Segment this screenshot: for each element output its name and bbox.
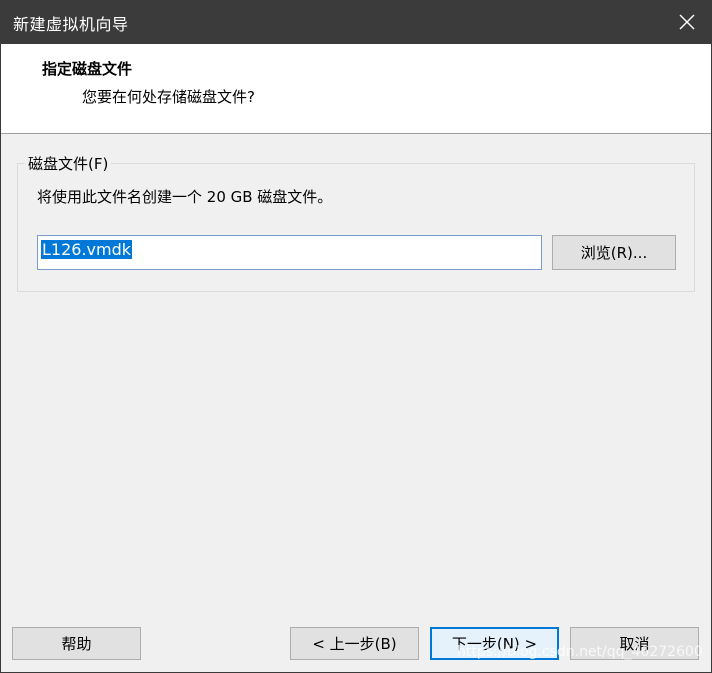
browse-button[interactable]: 浏览(R)... [552, 235, 676, 270]
disk-file-description: 将使用此文件名创建一个 20 GB 磁盘文件。 [37, 188, 333, 206]
window-title: 新建虚拟机向导 [13, 15, 129, 34]
page-title: 指定磁盘文件 [42, 60, 133, 78]
help-button[interactable]: 帮助 [12, 627, 141, 660]
close-icon [679, 14, 695, 30]
wizard-header: 指定磁盘文件 您要在何处存储磁盘文件? [1, 44, 711, 134]
back-button[interactable]: < 上一步(B) [290, 627, 419, 660]
wizard-window: 新建虚拟机向导 指定磁盘文件 您要在何处存储磁盘文件? 磁盘文件(F) 将使用此… [0, 0, 712, 673]
next-button[interactable]: 下一步(N) > [430, 627, 559, 660]
disk-file-groupbox [17, 163, 695, 292]
cancel-button[interactable]: 取消 [570, 627, 699, 660]
page-subtitle: 您要在何处存储磁盘文件? [82, 88, 255, 106]
close-button[interactable] [661, 0, 712, 44]
disk-file-group-label: 磁盘文件(F) [25, 153, 112, 174]
title-bar[interactable]: 新建虚拟机向导 [1, 0, 712, 44]
disk-filename-value: L126.vmdk [41, 240, 133, 259]
disk-filename-input[interactable]: L126.vmdk [37, 235, 542, 270]
